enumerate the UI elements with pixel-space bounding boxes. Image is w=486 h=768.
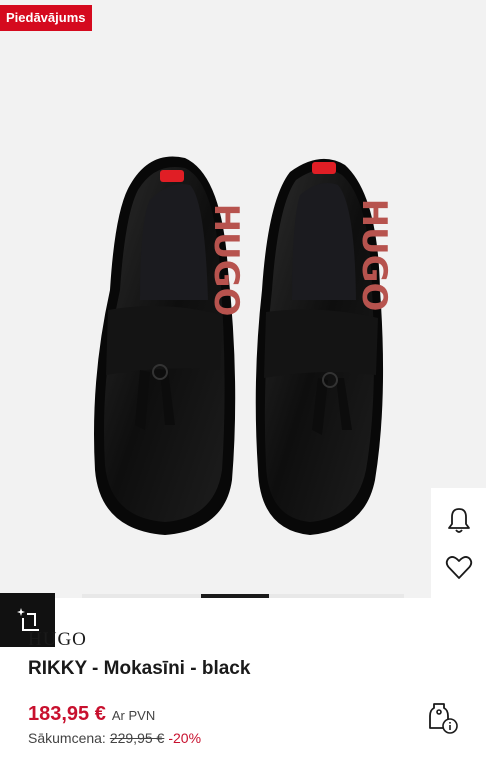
gallery-progress-fill	[201, 594, 269, 598]
svg-text:HUGO: HUGO	[354, 199, 394, 312]
side-actions	[431, 488, 486, 598]
loafers-illustration: HUGO HUGO	[94, 156, 394, 535]
right-shoe: HUGO	[255, 158, 394, 535]
price-row: 183,95 € Ar PVN	[28, 703, 155, 726]
price-info-button[interactable]	[428, 700, 460, 734]
wishlist-button[interactable]	[439, 547, 479, 587]
product-image[interactable]: HUGO HUGO Piedāvājums	[0, 0, 486, 598]
original-price-label: Sākumcena:	[28, 730, 106, 746]
price-tag-info-icon	[429, 703, 458, 734]
heart-icon	[445, 555, 472, 579]
bell-icon	[447, 507, 470, 533]
offer-badge: Piedāvājums	[0, 5, 92, 31]
left-shoe: HUGO	[94, 156, 246, 535]
gallery-progress	[82, 594, 404, 598]
svg-text:HUGO: HUGO	[206, 204, 246, 317]
original-price-row: Sākumcena: 229,95 € -20%	[28, 730, 201, 746]
current-price: 183,95 €	[28, 703, 106, 725]
product-title: RIKKY - Mokasīni - black	[28, 658, 251, 679]
original-price: 229,95 €	[109, 730, 165, 746]
product-brand[interactable]: HUGO	[28, 629, 87, 651]
vat-note: Ar PVN	[111, 708, 156, 723]
notify-button[interactable]	[439, 500, 479, 540]
discount-badge: -20%	[168, 730, 202, 746]
